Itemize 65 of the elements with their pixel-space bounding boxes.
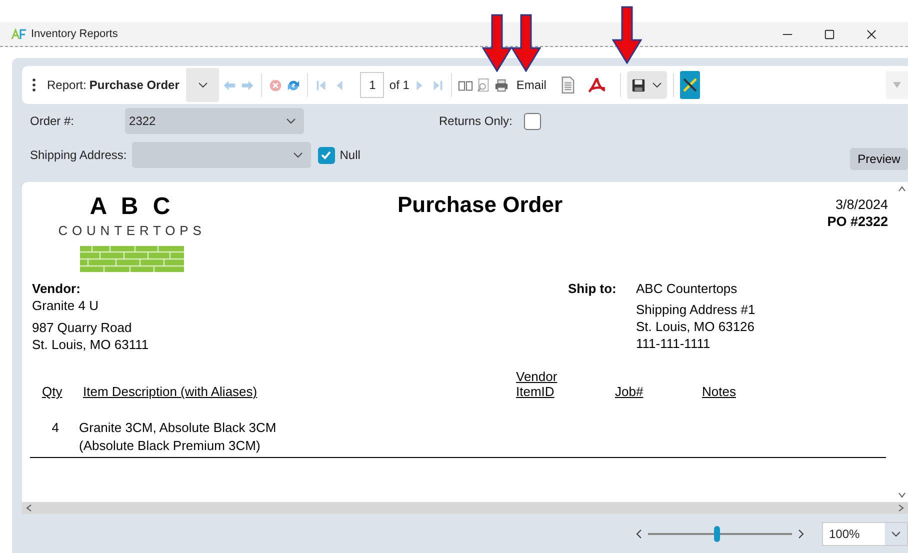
zoom-slider-thumb[interactable] xyxy=(714,526,720,542)
ship-to-name: ABC Countertops xyxy=(636,280,738,297)
scroll-right-icon[interactable] xyxy=(898,504,904,512)
ship-to-address-line: St. Louis, MO 63126 xyxy=(636,318,756,335)
column-header: Job# xyxy=(615,384,644,399)
scroll-left-icon[interactable] xyxy=(26,504,32,512)
qty-cell-text: 4 xyxy=(50,419,60,437)
save-dropdown-button[interactable] xyxy=(627,71,668,99)
order-combobox[interactable]: 2322 xyxy=(125,108,304,134)
report-date: 3/8/2024 xyxy=(835,196,888,213)
report-name: Purchase Order xyxy=(89,78,180,92)
shipping-address-label: Shipping Address: xyxy=(30,148,127,162)
returns-only-checkbox[interactable] xyxy=(524,112,542,130)
column-header: Notes xyxy=(702,384,737,399)
chevron-down-icon xyxy=(286,118,296,124)
description-line: (Absolute Black Premium 3CM) xyxy=(79,437,262,455)
magnifier-page-icon[interactable] xyxy=(476,78,492,92)
horizontal-scrollbar[interactable] xyxy=(22,502,908,514)
null-label: Null xyxy=(340,148,360,162)
company-logo-subtitle: COUNTERTOPS xyxy=(58,222,206,240)
vendor-address-line: St. Louis, MO 63111 xyxy=(32,336,150,353)
app-logo-icon xyxy=(11,28,27,40)
down-arrow xyxy=(511,14,541,72)
order-label: Order #: xyxy=(30,114,74,128)
email-button[interactable]: Email xyxy=(516,78,546,92)
column-header: Qty xyxy=(41,384,64,399)
ship-to-address-line: Shipping Address #1 xyxy=(636,301,756,318)
printer-icon[interactable] xyxy=(494,78,510,92)
zoom-in-icon[interactable] xyxy=(798,529,804,539)
chevron-down-icon xyxy=(292,152,303,158)
page-count: of 1 xyxy=(389,78,410,92)
grip-icon[interactable] xyxy=(32,78,36,92)
chevron-down-icon xyxy=(198,82,208,88)
check-icon xyxy=(320,149,332,161)
column-header: Vendor ItemID xyxy=(516,369,558,399)
down-arrow xyxy=(612,6,642,64)
null-checkbox[interactable] xyxy=(318,146,335,164)
maximize-icon[interactable] xyxy=(824,28,835,40)
stop-icon[interactable] xyxy=(268,78,284,92)
preview-button[interactable]: Preview xyxy=(850,148,908,170)
page-number-field[interactable]: 1 xyxy=(360,72,384,98)
vendor-name: Granite 4 U xyxy=(32,297,100,314)
window-title: Inventory Reports xyxy=(31,28,118,40)
report-label: Report: xyxy=(47,78,86,92)
pdf-icon[interactable] xyxy=(588,76,606,94)
description-line: Granite 3CM, Absolute Black 3CM xyxy=(79,419,278,437)
chevron-down-icon[interactable] xyxy=(891,531,901,537)
po-number: PO #2322 xyxy=(827,213,888,230)
down-arrow xyxy=(482,14,512,72)
zoom-out-icon[interactable] xyxy=(636,529,642,539)
chevron-down-icon xyxy=(652,82,662,88)
report-title: Purchase Order xyxy=(396,192,564,219)
company-logo-title: A B C xyxy=(90,192,174,222)
scroll-up-icon[interactable] xyxy=(898,186,906,192)
tools-icon[interactable] xyxy=(680,71,700,99)
ship-to-address-line: 111-111-1111 xyxy=(636,335,712,352)
triangle-down-icon xyxy=(892,82,902,88)
close-icon[interactable] xyxy=(866,28,877,40)
column-header: Item Description (with Aliases) xyxy=(82,384,258,399)
vendor-label: Vendor: xyxy=(32,280,82,297)
zoom-combobox[interactable]: 100% xyxy=(822,522,908,546)
vendor-address-line: 987 Quarry Road xyxy=(32,319,133,336)
ship-to-label: Ship to: xyxy=(568,280,618,298)
returns-only-label: Returns Only: xyxy=(439,114,512,128)
scroll-down-icon[interactable] xyxy=(898,492,906,498)
